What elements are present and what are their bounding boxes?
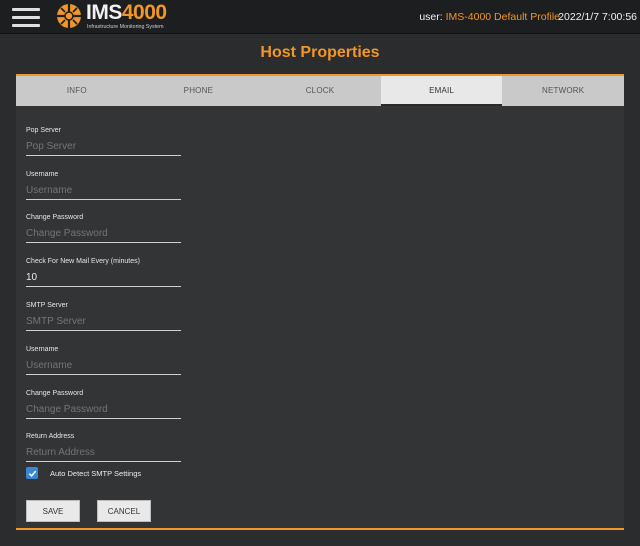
tab-phone[interactable]: PHONE xyxy=(138,76,260,106)
return-address-input[interactable] xyxy=(26,443,181,462)
pop-server-label: Pop Server xyxy=(26,127,62,134)
smtp-server-input[interactable] xyxy=(26,312,181,331)
page-title: Host Properties xyxy=(260,44,380,61)
top-bar: IMS4000 Infrastructure Monitoring System… xyxy=(0,0,640,34)
tab-network[interactable]: NETWORK xyxy=(502,76,624,106)
auto-detect-label: Auto Detect SMTP Settings xyxy=(50,468,142,478)
logo-name: IMS xyxy=(86,1,122,24)
pop-password-label: Change Password xyxy=(26,214,84,221)
logo-text: IMS4000 xyxy=(86,1,167,25)
tab-clock[interactable]: CLOCK xyxy=(259,76,381,106)
smtp-server-label: SMTP Server xyxy=(26,302,68,309)
auto-detect-checkbox[interactable] xyxy=(26,467,38,479)
smtp-username-input[interactable] xyxy=(26,356,181,375)
auto-detect-row: Auto Detect SMTP Settings xyxy=(26,466,141,480)
logo-globe-icon xyxy=(57,4,81,28)
pop-password-field: Change Password xyxy=(26,213,181,243)
logo-subtitle: Infrastructure Monitoring System xyxy=(87,24,164,30)
pop-server-field: Pop Server xyxy=(26,126,181,156)
user-name[interactable]: IMS-4000 Default Profile xyxy=(446,11,560,23)
datetime-display: 2022/1/7 7:00:56 xyxy=(558,11,637,23)
user-prefix: user: xyxy=(419,11,443,23)
smtp-server-field: SMTP Server xyxy=(26,301,181,331)
check-mail-interval-input[interactable] xyxy=(26,268,181,287)
save-button[interactable]: SAVE xyxy=(26,500,80,522)
user-info: user: IMS-4000 Default Profile xyxy=(419,11,560,23)
menu-icon[interactable] xyxy=(12,8,40,27)
check-mail-interval-field: Check For New Mail Every (minutes) xyxy=(26,257,181,287)
tab-bar: INFO PHONE CLOCK EMAIL NETWORK xyxy=(16,76,624,106)
pop-server-input[interactable] xyxy=(26,137,181,156)
smtp-password-input[interactable] xyxy=(26,400,181,419)
tab-info[interactable]: INFO xyxy=(16,76,138,106)
pop-username-field: Username xyxy=(26,170,181,200)
cancel-button[interactable]: CANCEL xyxy=(97,500,151,522)
smtp-password-field: Change Password xyxy=(26,389,181,419)
smtp-username-label: Username xyxy=(26,346,59,353)
properties-panel: INFO PHONE CLOCK EMAIL NETWORK Pop Serve… xyxy=(16,74,624,530)
return-address-label: Return Address xyxy=(26,433,75,440)
tab-email[interactable]: EMAIL xyxy=(380,76,503,106)
checkmark-icon xyxy=(28,470,36,477)
smtp-username-field: Username xyxy=(26,345,181,375)
smtp-password-label: Change Password xyxy=(26,390,84,397)
check-mail-interval-label: Check For New Mail Every (minutes) xyxy=(26,258,140,265)
pop-password-input[interactable] xyxy=(26,224,181,243)
pop-username-label: Username xyxy=(26,171,59,178)
return-address-field: Return Address xyxy=(26,432,181,462)
logo-number: 4000 xyxy=(121,1,167,24)
pop-username-input[interactable] xyxy=(26,181,181,200)
